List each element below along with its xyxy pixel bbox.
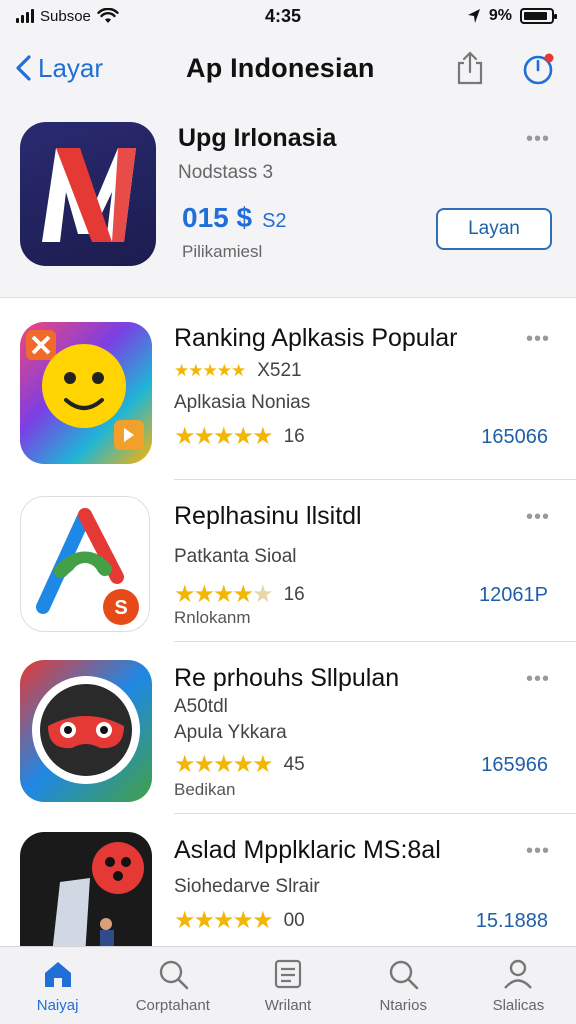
rating: ★★★★★ 45: [174, 750, 305, 779]
tab-label: Naiyaj: [36, 997, 79, 1014]
app-developer: Rnlokanm: [174, 608, 251, 627]
chevron-left-icon: [16, 55, 31, 81]
app-title: Aslad Mpplklaric MS:8al: [174, 836, 441, 864]
location-icon: [467, 9, 480, 23]
tab-search[interactable]: Corptahant: [115, 947, 230, 1024]
download-count: 12061P: [479, 584, 548, 606]
timer-icon: [523, 53, 554, 85]
rating: ★★★★★ 00: [174, 906, 305, 935]
share-icon: [457, 51, 483, 85]
list-icon: [274, 959, 302, 989]
more-options-icon[interactable]: •••: [526, 840, 550, 863]
featured-price: 015 $ S2: [182, 202, 287, 234]
rating-count: 16: [283, 583, 305, 605]
app-list: Ranking Aplkasis Popular ★★★★★ X521 Aplk…: [0, 298, 576, 946]
star-rating-icon: ★★★★★: [174, 581, 274, 608]
app-title: Re prhouhs Sllpulan: [174, 664, 400, 692]
maps-app-icon: S: [20, 496, 150, 632]
battery-icon: [520, 8, 557, 24]
search-icon: [159, 960, 189, 990]
search-icon: [390, 960, 419, 990]
status-right: 9%: [467, 7, 557, 25]
status-left: Subsoe: [16, 8, 119, 25]
signal-icon: [16, 9, 34, 23]
status-bar: Subsoe 4:35 9%: [0, 0, 576, 32]
list-item[interactable]: Re prhouhs Sllpulan A50tdl Apula Ykkara …: [0, 642, 576, 814]
featured-app-name: Upg Irlonasia: [178, 124, 337, 152]
download-count: 165966: [481, 754, 548, 776]
rating-count: 00: [283, 909, 305, 931]
back-label: Layar: [38, 52, 104, 83]
tab-list[interactable]: Wrilant: [230, 947, 345, 1024]
wifi-icon: [97, 8, 119, 23]
tab-profile[interactable]: Slalicas: [461, 947, 576, 1024]
featured-app-subtitle: Nodstass 3: [178, 162, 274, 183]
tab-search-2[interactable]: Ntarios: [346, 947, 461, 1024]
star-rating-icon: ★★★★★: [174, 361, 246, 380]
clock: 4:35: [265, 5, 302, 26]
featured-app-card[interactable]: Upg Irlonasia Nodstass 3 015 $ S2 Pilika…: [0, 100, 576, 298]
movie-app-icon: [20, 832, 152, 946]
rating: ★★★★★ 16: [174, 580, 305, 609]
share-button[interactable]: [452, 48, 488, 88]
battery-percent: 9%: [488, 7, 512, 24]
more-options-icon[interactable]: •••: [526, 668, 550, 691]
carrier-label: Subsoe: [40, 7, 91, 25]
svg-text:S: S: [114, 597, 127, 619]
app-title: Ranking Aplkasis Popular: [174, 324, 458, 352]
more-options-icon[interactable]: •••: [526, 506, 550, 529]
star-rating-icon: ★★★★★: [174, 751, 274, 778]
tab-label: Wrilant: [264, 997, 312, 1014]
rating-count: 45: [283, 753, 305, 775]
download-button[interactable]: [520, 48, 556, 88]
more-options-icon[interactable]: •••: [526, 128, 550, 151]
navigation-bar: Layar Ap Indonesian: [0, 40, 576, 96]
app-developer: Bedikan: [174, 780, 236, 799]
featured-app-category: Pilikamiesl: [182, 242, 263, 261]
rating: ★★★★★ 16: [174, 422, 305, 451]
rating-count: 16: [283, 425, 305, 447]
emoji-app-icon: [20, 322, 152, 464]
price-label: 015 $: [182, 202, 253, 233]
tab-label: Corptahant: [135, 997, 210, 1014]
get-button[interactable]: Layan: [436, 208, 552, 250]
app-subtitle: Aplkasia Nonias: [174, 392, 311, 413]
app-tagline: A50tdl: [174, 696, 228, 717]
tab-label: Slalicas: [492, 997, 545, 1014]
featured-app-icon: [20, 122, 156, 266]
rating-small: ★★★★★ X521: [174, 360, 302, 382]
page-title: Ap Indonesian: [186, 52, 375, 83]
download-count: 165066: [481, 426, 548, 448]
star-rating-icon: ★★★★★: [174, 423, 274, 450]
star-rating-icon: ★★★★★: [174, 907, 274, 934]
list-item[interactable]: Ranking Aplkasis Popular ★★★★★ X521 Aplk…: [0, 298, 576, 480]
tab-home[interactable]: Naiyaj: [0, 947, 115, 1024]
download-count: 15.1888: [475, 910, 548, 932]
tab-bar: Naiyaj Corptahant Wrilant Ntarios Slalic…: [0, 946, 576, 1024]
home-icon: [44, 962, 71, 987]
rating-sub-value: X521: [257, 360, 302, 381]
more-options-icon[interactable]: •••: [526, 328, 550, 351]
price-small-label: S2: [262, 210, 287, 232]
person-icon: [504, 959, 533, 989]
list-item[interactable]: S Replhasinu llsitdl Patkanta Sioal ★★★★…: [0, 480, 576, 642]
app-title: Replhasinu llsitdl: [174, 502, 362, 530]
app-subtitle: Siohedarve Slrair: [174, 876, 320, 897]
app-subtitle: Apula Ykkara: [174, 722, 287, 743]
list-item[interactable]: Aslad Mpplklaric MS:8al Siohedarve Slrai…: [0, 814, 576, 946]
app-subtitle: Patkanta Sioal: [174, 546, 297, 567]
back-button[interactable]: Layar: [14, 53, 103, 84]
tab-label: Ntarios: [379, 997, 427, 1014]
mask-app-icon: [20, 660, 152, 802]
